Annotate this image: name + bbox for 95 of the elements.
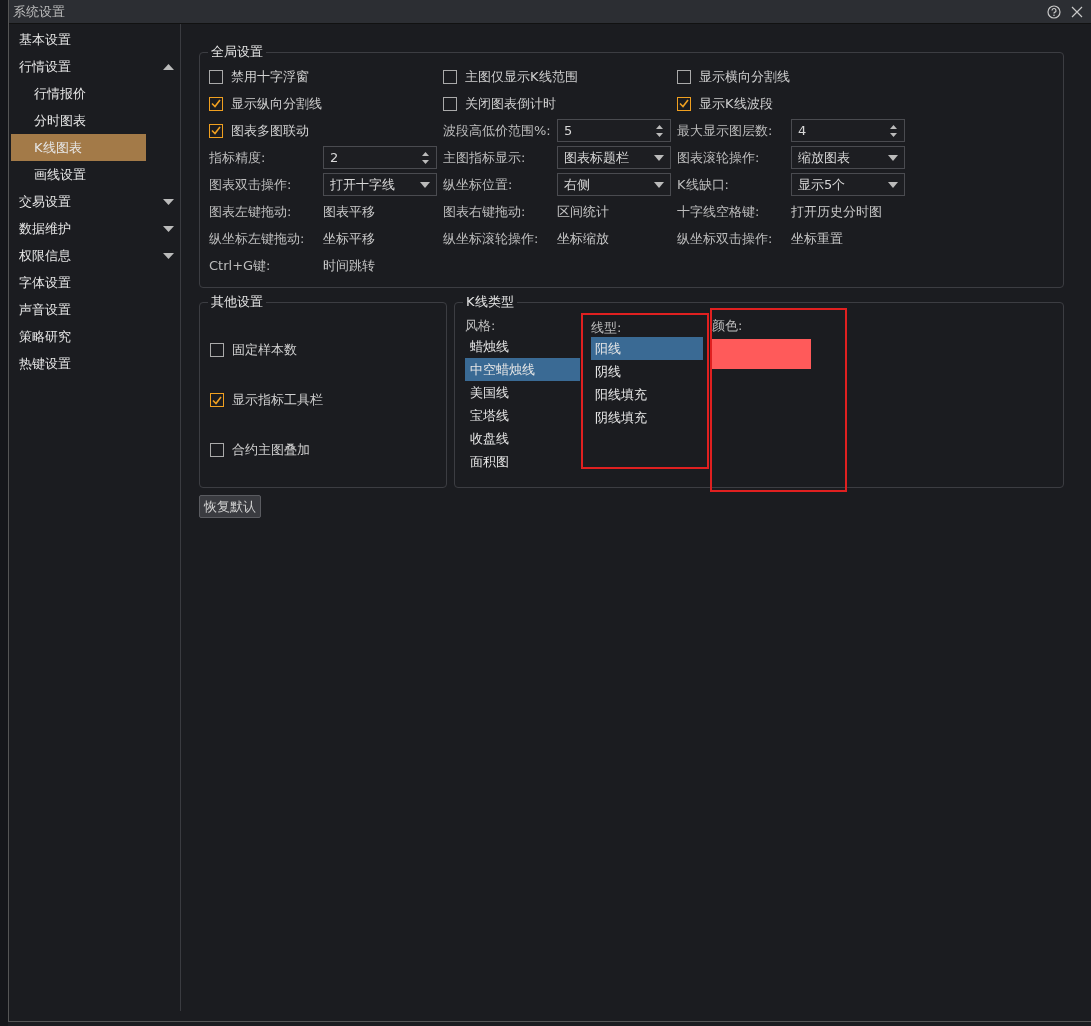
checkbox[interactable]: [443, 96, 457, 111]
sidebar-item[interactable]: 基本设置: [11, 26, 146, 53]
field-label: 指标精度:: [209, 148, 267, 167]
sidebar-item[interactable]: 字体设置: [11, 269, 146, 296]
caret-icon[interactable]: [888, 154, 898, 161]
checkbox-label[interactable]: 合约主图叠加: [232, 441, 310, 459]
field-label: 图表滚轮操作:: [677, 148, 761, 167]
checkbox[interactable]: [209, 96, 223, 111]
help-icon[interactable]: [1047, 4, 1061, 19]
sidebar-item[interactable]: 行情设置: [11, 53, 146, 80]
field-value: 坐标重置: [791, 229, 843, 248]
sidebar-item[interactable]: 交易设置: [11, 188, 146, 215]
sidebar-item[interactable]: 策略研究: [11, 323, 146, 350]
field-label: 图表左键拖动:: [209, 202, 293, 221]
list-item[interactable]: 阳线填充: [591, 383, 703, 406]
checkbox-label[interactable]: 固定样本数: [232, 341, 297, 359]
dropdown[interactable]: 图表标题栏: [557, 146, 671, 169]
sidebar-item[interactable]: 声音设置: [11, 296, 146, 323]
column-label: 线型:: [591, 319, 623, 337]
reset-button[interactable]: 恢复默认: [199, 495, 261, 518]
list-item[interactable]: 收盘线: [465, 427, 580, 450]
field-value: 区间统计: [557, 202, 609, 221]
spin-box[interactable]: 4: [791, 119, 905, 142]
checkbox[interactable]: [209, 123, 223, 138]
checkbox[interactable]: [210, 443, 224, 457]
checkbox-label[interactable]: 关闭图表倒计时: [465, 94, 556, 113]
list-item[interactable]: 美国线: [465, 381, 580, 404]
field-label: 纵坐标双击操作:: [677, 229, 774, 248]
list-item[interactable]: 阳线: [591, 337, 703, 360]
expand-arrow-icon[interactable]: [163, 198, 174, 205]
checkbox-label[interactable]: 禁用十字浮窗: [231, 67, 309, 86]
checkbox[interactable]: [677, 96, 691, 111]
caret-icon[interactable]: [654, 181, 664, 188]
list-item[interactable]: 宝塔线: [465, 404, 580, 427]
caret-icon[interactable]: [888, 181, 898, 188]
field-label: 纵坐标滚轮操作:: [443, 229, 540, 248]
field-value: 图表平移: [323, 202, 375, 221]
field-label: K线缺口:: [677, 175, 730, 194]
list-item[interactable]: 面积图: [465, 450, 580, 473]
field-label: 图表双击操作:: [209, 175, 293, 194]
checkbox-label[interactable]: 显示K线波段: [699, 94, 773, 113]
checkbox[interactable]: [443, 69, 457, 84]
field-label: 纵坐标左键拖动:: [209, 229, 306, 248]
spin-arrows-icon[interactable]: [889, 122, 898, 139]
color-swatch[interactable]: [712, 339, 811, 369]
field-value: 坐标平移: [323, 229, 375, 248]
sidebar-item[interactable]: 分时图表: [11, 107, 146, 134]
field-label: 十字线空格键:: [677, 202, 761, 221]
list-item[interactable]: 中空蜡烛线: [465, 358, 580, 381]
sidebar-item[interactable]: 行情报价: [11, 80, 146, 107]
sidebar-item[interactable]: 权限信息: [11, 242, 146, 269]
expand-arrow-icon[interactable]: [163, 225, 174, 232]
sidebar-item[interactable]: 画线设置: [11, 161, 146, 188]
checkbox[interactable]: [677, 69, 691, 84]
close-icon[interactable]: [1071, 5, 1083, 18]
column-label: 颜色:: [712, 317, 744, 335]
window-title: 系统设置: [13, 2, 66, 21]
expand-arrow-icon[interactable]: [163, 252, 174, 259]
field-label: 纵坐标位置:: [443, 175, 514, 194]
spin-arrows-icon[interactable]: [421, 149, 430, 166]
checkbox[interactable]: [210, 343, 224, 357]
checkbox-label[interactable]: 显示纵向分割线: [231, 94, 322, 113]
checkbox-label[interactable]: 显示横向分割线: [699, 67, 790, 86]
dropdown[interactable]: 打开十字线: [323, 173, 437, 196]
caret-icon[interactable]: [654, 154, 664, 161]
spin-box[interactable]: 2: [323, 146, 437, 169]
caret-icon[interactable]: [420, 181, 430, 188]
group-title: 其他设置: [208, 294, 266, 310]
field-value: 坐标缩放: [557, 229, 609, 248]
list-item[interactable]: 阴线填充: [591, 406, 703, 429]
field-value: 时间跳转: [323, 256, 375, 275]
field-label: 最大显示图层数:: [677, 121, 774, 140]
field-label: 图表右键拖动:: [443, 202, 527, 221]
list-item[interactable]: 蜡烛线: [465, 335, 580, 358]
list-item[interactable]: 阴线: [591, 360, 703, 383]
checkbox[interactable]: [209, 69, 223, 84]
sidebar-item[interactable]: 热键设置: [11, 350, 146, 377]
dropdown[interactable]: 右侧: [557, 173, 671, 196]
group-title: K线类型: [463, 294, 517, 310]
field-label: 主图指标显示:: [443, 148, 527, 167]
group-title: 全局设置: [208, 44, 266, 60]
checkbox-label[interactable]: 显示指标工具栏: [232, 391, 323, 409]
sidebar-item[interactable]: 数据维护: [11, 215, 146, 242]
collapse-arrow-icon[interactable]: [163, 63, 174, 70]
spin-arrows-icon[interactable]: [655, 122, 664, 139]
dropdown[interactable]: 显示5个: [791, 173, 905, 196]
checkbox-label[interactable]: 主图仅显示K线范围: [465, 67, 578, 86]
field-label: 波段高低价范围%:: [443, 121, 552, 140]
checkbox-label[interactable]: 图表多图联动: [231, 121, 309, 140]
dropdown[interactable]: 缩放图表: [791, 146, 905, 169]
column-label: 风格:: [465, 317, 497, 335]
field-value: 打开历史分时图: [791, 202, 882, 221]
checkbox[interactable]: [210, 393, 224, 407]
field-label: Ctrl+G键:: [209, 256, 272, 275]
spin-box[interactable]: 5: [557, 119, 671, 142]
